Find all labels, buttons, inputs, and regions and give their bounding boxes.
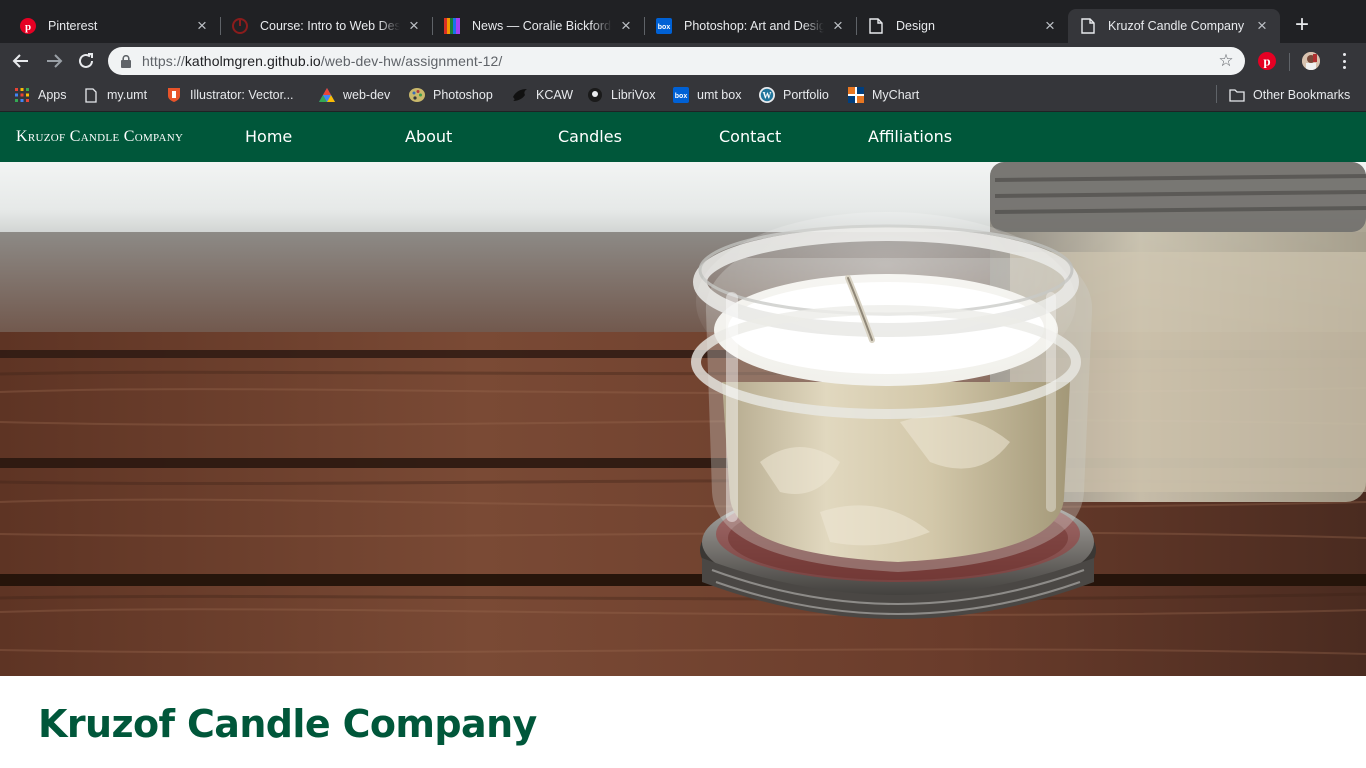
raven-icon: [512, 87, 528, 103]
tab-title: Design: [896, 19, 935, 33]
close-tab-icon[interactable]: ×: [830, 17, 846, 34]
bookmarks-divider: [1216, 85, 1217, 103]
bookmark-illustrator[interactable]: Illustrator: Vector...: [166, 85, 294, 105]
close-tab-icon[interactable]: ×: [1254, 17, 1270, 34]
pinterest-extension-icon[interactable]: p: [1258, 52, 1276, 70]
bookmark-label: my.umt: [107, 88, 148, 102]
apps-grid-icon: [14, 87, 30, 103]
nav-link-contact[interactable]: Contact: [719, 127, 781, 146]
rainbow-stripes-icon: [444, 18, 460, 34]
tab-title: Pinterest: [48, 19, 98, 33]
pinterest-icon: p: [20, 18, 36, 34]
other-bookmarks-label: Other Bookmarks: [1253, 88, 1351, 102]
browser-toolbar: https://katholmgren.github.io/web-dev-hw…: [0, 43, 1366, 79]
url-text: https://katholmgren.github.io/web-dev-hw…: [142, 53, 502, 69]
tab-title: Kruzof Candle Company: [1108, 19, 1245, 33]
palette-icon: [409, 87, 425, 103]
tab-title: Photoshop: Art and Design: [684, 19, 824, 33]
site-brand-link[interactable]: Kruzof Candle Company: [16, 128, 183, 146]
nav-link-about[interactable]: About: [405, 127, 452, 146]
new-tab-button[interactable]: +: [1290, 13, 1314, 38]
tab-pinterest[interactable]: p Pinterest ×: [8, 9, 220, 43]
arrow-right-icon: [47, 54, 63, 68]
bookmark-label: KCAW: [536, 88, 574, 102]
nav-link-candles[interactable]: Candles: [558, 127, 622, 146]
toolbar-divider: [1289, 53, 1290, 71]
bookmark-umt-box[interactable]: box umt box: [673, 85, 741, 105]
close-tab-icon[interactable]: ×: [1042, 17, 1058, 34]
box-icon: box: [656, 18, 672, 34]
nav-link-home[interactable]: Home: [245, 127, 292, 146]
bookmark-label: Illustrator: Vector...: [190, 88, 294, 102]
address-bar[interactable]: https://katholmgren.github.io/web-dev-hw…: [108, 47, 1245, 75]
url-host: katholmgren.github.io: [184, 53, 321, 69]
svg-text:p: p: [1263, 54, 1270, 69]
reload-button[interactable]: [74, 49, 98, 73]
tab-title: Course: Intro to Web Design: [260, 19, 400, 33]
bookmark-kcaw[interactable]: KCAW: [512, 85, 573, 105]
url-scheme: https://: [142, 53, 185, 69]
bookmark-my-umt[interactable]: my.umt: [83, 85, 147, 105]
page-title: Kruzof Candle Company: [38, 702, 537, 746]
close-tab-icon[interactable]: ×: [194, 17, 210, 34]
tab-title: News — Coralie Bickford-Smith: [472, 19, 612, 33]
close-tab-icon[interactable]: ×: [618, 17, 634, 34]
lock-icon: [120, 54, 132, 68]
tab-news[interactable]: News — Coralie Bickford-Smith ×: [432, 9, 644, 43]
bookmark-librivox[interactable]: LibriVox: [587, 85, 655, 105]
arrow-left-icon: [12, 54, 28, 68]
box-icon: box: [673, 87, 689, 103]
bookmarks-bar: Apps my.umt Illustrator: Vector... web-d…: [0, 79, 1366, 112]
wordpress-icon: W: [759, 87, 775, 103]
browser-menu-icon[interactable]: [1336, 51, 1352, 71]
triangle-logo-icon: [319, 87, 335, 103]
bookmark-star-icon[interactable]: ☆: [1217, 52, 1235, 70]
bookmark-label: Portfolio: [783, 88, 829, 102]
bookmark-label: umt box: [697, 88, 742, 102]
course-icon: [232, 18, 248, 34]
bookmark-label: web-dev: [343, 88, 391, 102]
svg-text:box: box: [658, 24, 671, 31]
browser-tab-strip: p Pinterest × Course: Intro to Web Desig…: [0, 0, 1366, 43]
svg-text:p: p: [25, 21, 31, 33]
tab-kruzof-active[interactable]: Kruzof Candle Company ×: [1068, 9, 1280, 43]
bookmark-label: Photoshop: [433, 88, 493, 102]
bookmark-label: LibriVox: [611, 88, 656, 102]
url-path: /web-dev-hw/assignment-12/: [320, 53, 503, 69]
tab-photoshop[interactable]: box Photoshop: Art and Design ×: [644, 9, 856, 43]
svg-text:box: box: [675, 93, 688, 100]
bookmark-label: Apps: [38, 88, 67, 102]
forward-button[interactable]: [42, 49, 66, 73]
bookmark-mychart[interactable]: MyChart: [848, 85, 919, 105]
librivox-icon: [587, 87, 603, 103]
bookmark-web-dev[interactable]: web-dev: [319, 85, 390, 105]
profile-avatar[interactable]: [1302, 52, 1320, 70]
mychart-icon: [848, 87, 864, 103]
shield-icon: [166, 87, 182, 103]
nav-link-affiliations[interactable]: Affiliations: [868, 127, 952, 146]
bookmark-photoshop[interactable]: Photoshop: [409, 85, 493, 105]
page-icon: [83, 87, 99, 103]
page-icon: [1080, 18, 1096, 34]
close-tab-icon[interactable]: ×: [406, 17, 422, 34]
svg-text:W: W: [763, 91, 772, 101]
site-navbar: Kruzof Candle Company Home About Candles…: [0, 112, 1366, 162]
back-button[interactable]: [9, 49, 33, 73]
folder-icon: [1229, 87, 1245, 103]
reload-icon: [79, 53, 93, 68]
bookmark-portfolio[interactable]: W Portfolio: [759, 85, 829, 105]
hero-candle-image: [0, 162, 1366, 676]
bookmark-apps[interactable]: Apps: [14, 85, 67, 105]
tab-design[interactable]: Design ×: [856, 9, 1068, 43]
tab-course[interactable]: Course: Intro to Web Design ×: [220, 9, 432, 43]
bookmark-label: MyChart: [872, 88, 920, 102]
other-bookmarks[interactable]: Other Bookmarks: [1229, 85, 1350, 105]
page-icon: [868, 18, 884, 34]
